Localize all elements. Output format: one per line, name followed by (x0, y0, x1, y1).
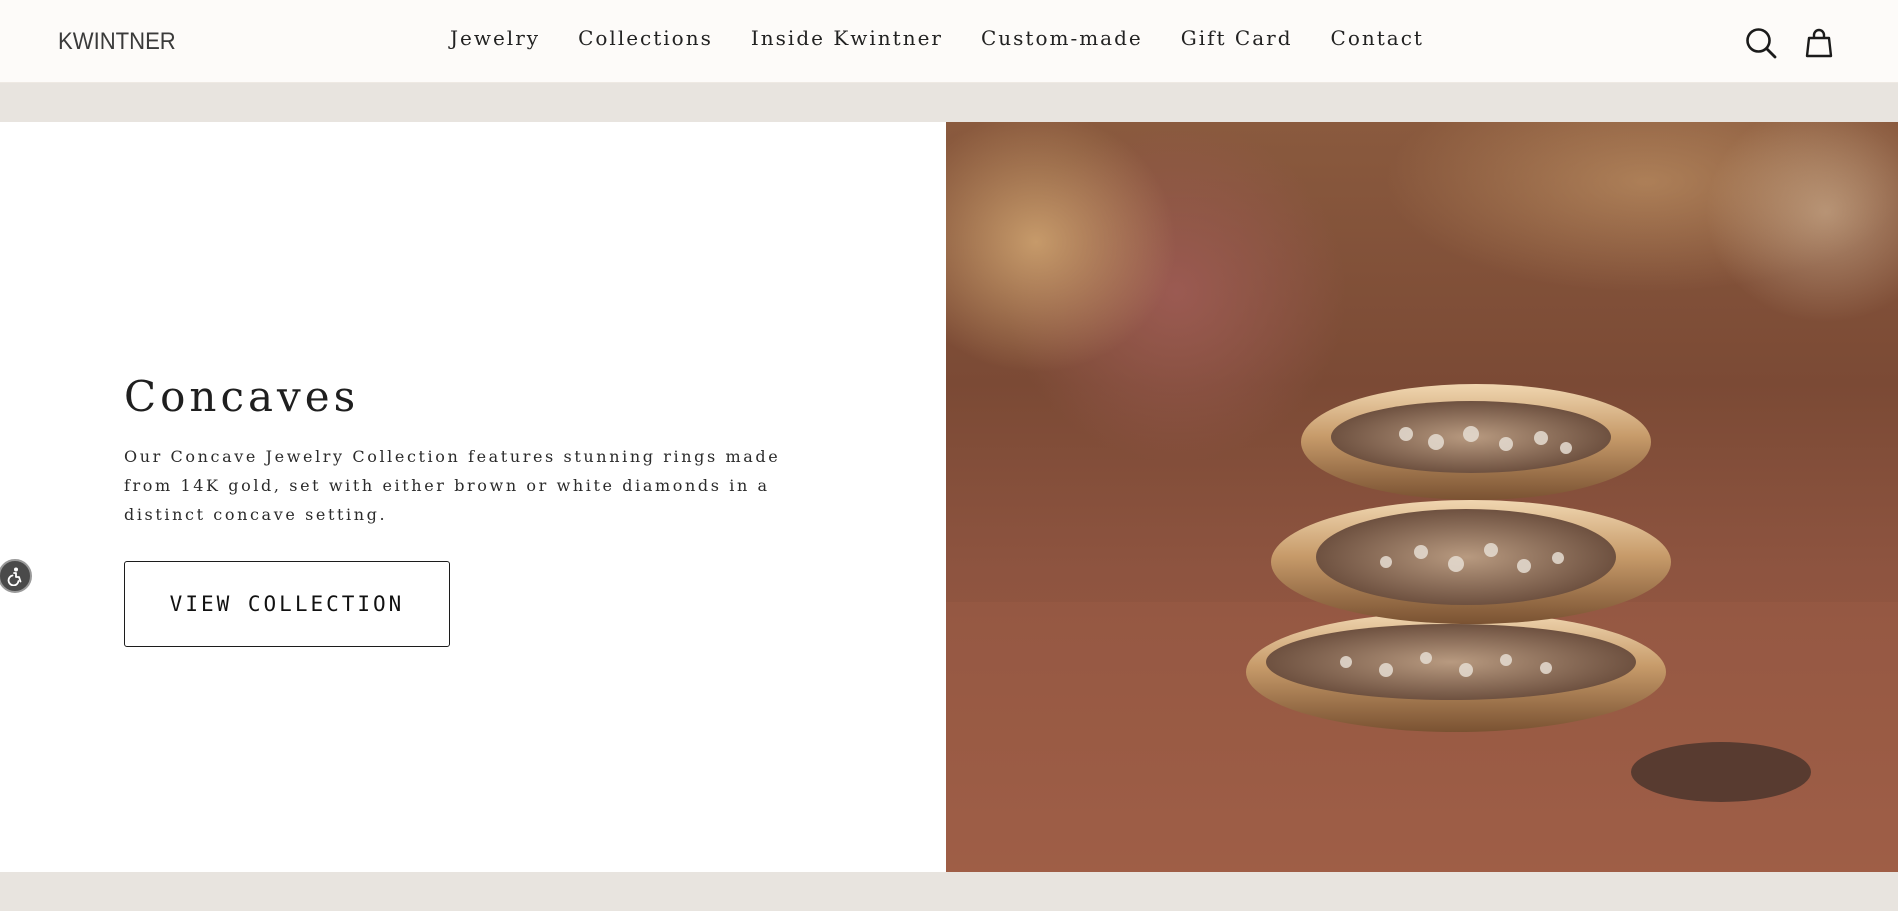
collection-description: Our Concave Jewelry Collection features … (124, 447, 781, 525)
site-header: KWINTNER Jewelry Collections Inside Kwin… (0, 0, 1898, 83)
nav-item-inside-kwintner[interactable]: Inside Kwintner (751, 26, 943, 50)
logo[interactable]: KWINTNER (58, 28, 176, 56)
featured-collection: Concaves Our Concave Jewelry Collection … (0, 122, 1898, 872)
divider-band (0, 83, 1898, 122)
view-collection-button[interactable]: VIEW COLLECTION (124, 561, 450, 647)
nav-item-custom-made[interactable]: Custom-made (981, 26, 1143, 50)
feature-text: Concaves Our Concave Jewelry Collection … (124, 372, 824, 529)
page: KWINTNER Jewelry Collections Inside Kwin… (0, 0, 1898, 911)
collection-image[interactable] (946, 122, 1898, 872)
collection-title: Concaves (124, 372, 360, 421)
search-icon[interactable] (1744, 26, 1778, 60)
nav-item-gift-card[interactable]: Gift Card (1181, 26, 1293, 50)
shopping-bag-icon[interactable] (1802, 26, 1836, 60)
divider-band-bottom (0, 872, 1898, 911)
main-nav: Jewelry Collections Inside Kwintner Cust… (450, 26, 1424, 50)
nav-item-jewelry[interactable]: Jewelry (450, 26, 540, 50)
nav-item-collections[interactable]: Collections (578, 26, 713, 50)
nav-item-contact[interactable]: Contact (1331, 26, 1424, 50)
